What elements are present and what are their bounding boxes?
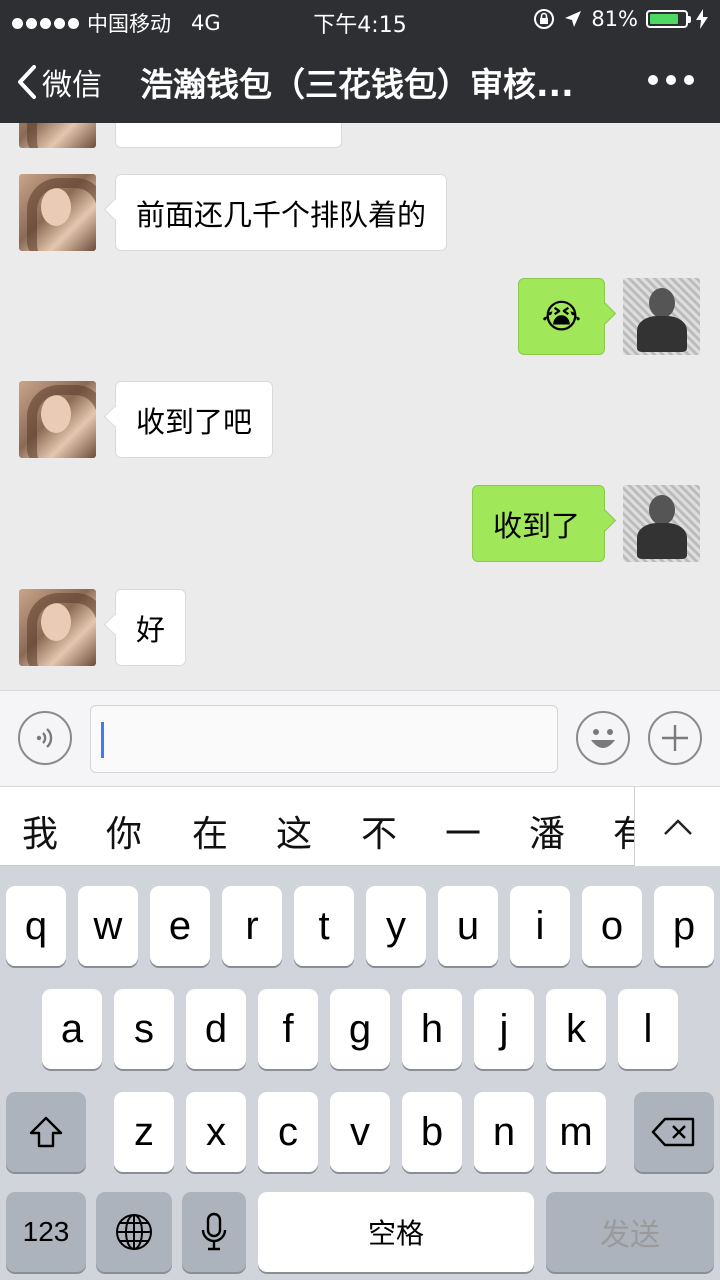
key-r[interactable]: r xyxy=(222,886,282,966)
expand-candidates-button[interactable] xyxy=(634,787,720,867)
key-x[interactable]: x xyxy=(186,1092,246,1172)
plus-icon xyxy=(662,725,688,751)
key-a[interactable]: a xyxy=(42,989,102,1069)
key-e[interactable]: e xyxy=(150,886,210,966)
voice-icon xyxy=(36,728,53,748)
message-bubble[interactable] xyxy=(115,123,342,148)
chevron-up-icon xyxy=(663,819,692,835)
battery-icon xyxy=(646,10,691,28)
mic-key[interactable] xyxy=(182,1192,246,1272)
key-g[interactable]: g xyxy=(330,989,390,1069)
globe-key[interactable] xyxy=(96,1192,172,1272)
key-y[interactable]: y xyxy=(366,886,426,966)
key-s[interactable]: s xyxy=(114,989,174,1069)
my-avatar[interactable] xyxy=(623,485,700,562)
key-q[interactable]: q xyxy=(6,886,66,966)
message-bubble[interactable]: 好 xyxy=(115,589,187,666)
contact-avatar[interactable] xyxy=(19,381,96,458)
candidate-bar: 我 你 在 这 不 一 潘 有 xyxy=(0,786,720,867)
key-w[interactable]: w xyxy=(78,886,138,966)
contact-avatar[interactable] xyxy=(19,123,96,148)
input-bar xyxy=(0,690,720,786)
text-caret xyxy=(101,722,104,758)
key-d[interactable]: d xyxy=(186,989,246,1069)
candidate-word[interactable]: 在 xyxy=(192,805,228,857)
emoji-icon xyxy=(591,729,615,748)
candidate-word[interactable]: 一 xyxy=(445,805,481,857)
candidate-word[interactable]: 我 xyxy=(22,805,58,857)
back-button[interactable]: 微信 xyxy=(16,60,102,104)
candidate-word[interactable]: 不 xyxy=(361,805,397,857)
message-bubble[interactable]: 😭 xyxy=(518,278,605,355)
key-p[interactable]: p xyxy=(654,886,714,966)
message-bubble[interactable]: 收到了吧 xyxy=(115,381,274,458)
back-label: 微信 xyxy=(42,68,102,103)
backspace-icon xyxy=(651,1117,695,1147)
key-m[interactable]: m xyxy=(546,1092,606,1172)
chat-area[interactable]: 前面还几千个排队着的 😭 收到了吧 收到了 好 xyxy=(0,123,720,690)
message-bubble[interactable]: 收到了 xyxy=(472,485,605,562)
globe-icon xyxy=(116,1214,152,1250)
voice-button[interactable] xyxy=(18,711,72,765)
key-j[interactable]: j xyxy=(474,989,534,1069)
contact-avatar[interactable] xyxy=(19,589,96,666)
crying-emoji: 😭 xyxy=(541,296,582,337)
my-avatar[interactable] xyxy=(623,278,700,355)
chat-title: 浩瀚钱包（三花钱包）审核... xyxy=(140,65,574,104)
more-icon[interactable] xyxy=(648,75,694,85)
candidate-word[interactable]: 潘 xyxy=(529,805,565,857)
shift-key[interactable] xyxy=(6,1092,86,1172)
emoji-button[interactable] xyxy=(576,711,630,765)
backspace-key[interactable] xyxy=(634,1092,714,1172)
key-u[interactable]: u xyxy=(438,886,498,966)
key-l[interactable]: l xyxy=(618,989,678,1069)
key-o[interactable]: o xyxy=(582,886,642,966)
candidate-word[interactable]: 你 xyxy=(106,805,142,857)
send-key[interactable]: 发送 xyxy=(546,1192,714,1272)
plus-button[interactable] xyxy=(648,711,702,765)
keyboard: q w e r t y u i o p a s d f g h j k l z … xyxy=(0,866,720,1280)
key-z[interactable]: z xyxy=(114,1092,174,1172)
key-f[interactable]: f xyxy=(258,989,318,1069)
key-b[interactable]: b xyxy=(402,1092,462,1172)
charging-icon xyxy=(696,9,708,29)
key-v[interactable]: v xyxy=(330,1092,390,1172)
mic-icon xyxy=(201,1212,227,1251)
key-t[interactable]: t xyxy=(294,886,354,966)
key-n[interactable]: n xyxy=(474,1092,534,1172)
key-c[interactable]: c xyxy=(258,1092,318,1172)
top-bar: 中国移动 4G 下午4:15 81% 微信 浩瀚钱包（三花钱包）审核... xyxy=(0,0,720,123)
space-key[interactable]: 空格 xyxy=(258,1192,534,1272)
status-right: 81% xyxy=(533,7,708,31)
location-icon xyxy=(565,11,582,27)
message-bubble[interactable]: 前面还几千个排队着的 xyxy=(115,174,448,251)
status-bar: 中国移动 4G 下午4:15 81% xyxy=(0,0,720,40)
battery-percent: 81% xyxy=(591,7,638,31)
nav-bar: 微信 浩瀚钱包（三花钱包）审核... xyxy=(0,40,720,123)
key-k[interactable]: k xyxy=(546,989,606,1069)
back-chevron-icon xyxy=(18,65,36,99)
battery-fill xyxy=(650,14,678,24)
key-h[interactable]: h xyxy=(402,989,462,1069)
candidate-word[interactable]: 这 xyxy=(276,805,312,857)
numbers-key[interactable]: 123 xyxy=(6,1192,86,1272)
message-input[interactable] xyxy=(90,705,558,773)
contact-avatar[interactable] xyxy=(19,174,96,251)
rotation-lock-icon xyxy=(534,9,555,29)
key-i[interactable]: i xyxy=(510,886,570,966)
shift-icon xyxy=(29,1116,63,1148)
